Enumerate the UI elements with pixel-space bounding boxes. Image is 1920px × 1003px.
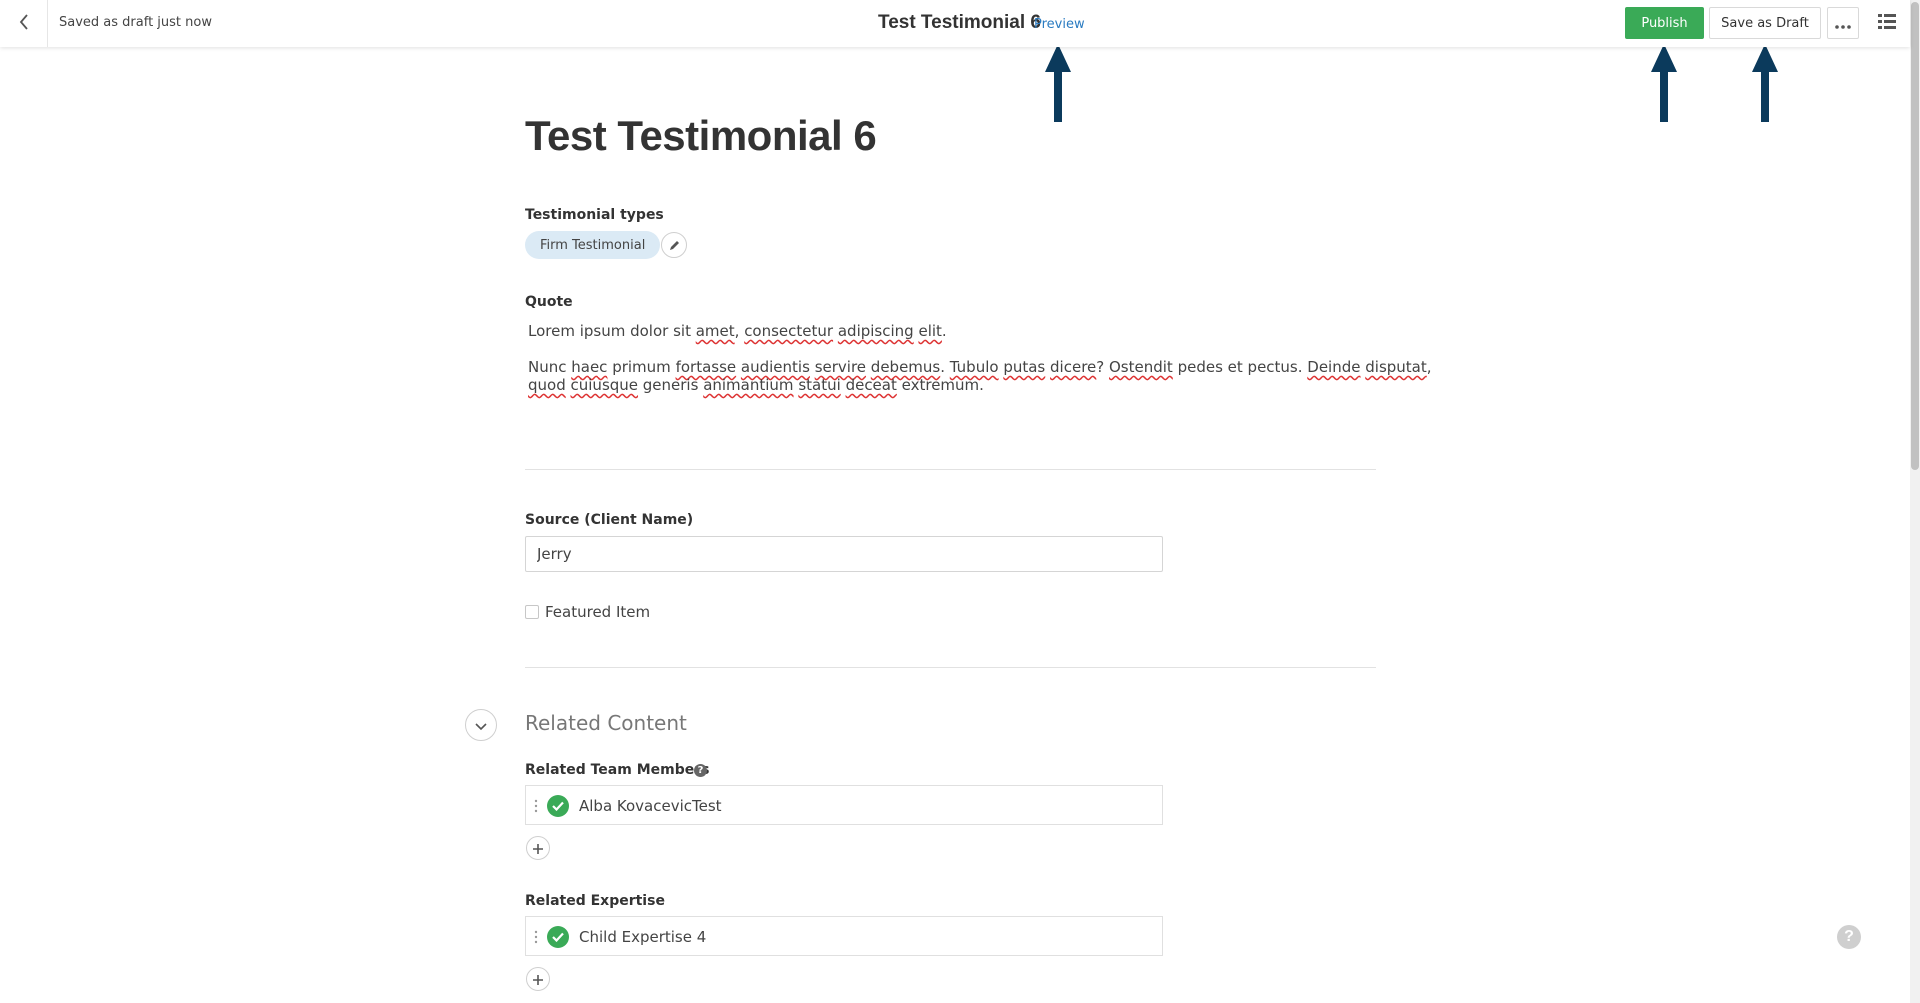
help-button[interactable]: ?	[1837, 925, 1861, 949]
related-team-member-name: Alba KovacevicTest	[579, 797, 722, 815]
misspelled-word: debemus	[870, 358, 941, 376]
misspelled-word: audientis	[740, 358, 810, 376]
annotation-arrow-save-draft-icon	[1752, 44, 1778, 122]
preview-link[interactable]: Preview	[1034, 17, 1085, 32]
related-expertise-row[interactable]: Child Expertise 4	[525, 916, 1163, 956]
quote-text-segment: Lorem ipsum dolor sit	[528, 322, 696, 340]
annotation-arrow-publish-icon	[1651, 44, 1677, 122]
plus-icon	[533, 970, 543, 989]
testimonial-type-tag[interactable]: Firm Testimonial	[525, 231, 661, 259]
misspelled-word: haec	[571, 358, 608, 376]
misspelled-word: Deinde	[1307, 358, 1361, 376]
chevron-down-icon	[475, 716, 487, 735]
misspelled-word: elit	[918, 322, 942, 340]
misspelled-word: dicere	[1050, 358, 1097, 376]
quote-paragraph-2[interactable]: Nunc haec primum fortasse audientis serv…	[528, 358, 1432, 394]
quote-line: Nunc haec primum fortasse audientis serv…	[528, 358, 1432, 376]
related-content-title: Related Content	[525, 711, 687, 735]
save-as-draft-button[interactable]: Save as Draft	[1709, 7, 1821, 39]
misspelled-word: fortasse	[675, 358, 737, 376]
publish-button[interactable]: Publish	[1625, 7, 1704, 39]
featured-item-label: Featured Item	[545, 603, 651, 621]
list-view-icon	[1878, 13, 1896, 33]
annotation-arrow-preview-icon	[1045, 44, 1071, 122]
section-divider	[525, 469, 1376, 470]
add-team-member-button[interactable]	[526, 836, 550, 860]
related-team-members-label: Related Team Members	[525, 762, 710, 778]
quote-text-segment: .	[941, 322, 947, 340]
misspelled-word: amet	[695, 322, 735, 340]
save-status: Saved as draft just now	[59, 15, 212, 30]
question-icon: ?	[1844, 928, 1854, 945]
featured-item-checkbox[interactable]	[525, 605, 539, 619]
top-toolbar: Saved as draft just now Test Testimonial…	[0, 0, 1910, 47]
misspelled-word: quod	[528, 376, 566, 394]
testimonial-types-label: Testimonial types	[525, 207, 664, 223]
drag-handle-icon[interactable]	[534, 798, 538, 817]
source-label: Source (Client Name)	[525, 512, 694, 528]
misspelled-word: disputat	[1365, 358, 1427, 376]
more-options-button[interactable]	[1827, 7, 1859, 39]
related-team-member-row[interactable]: Alba KovacevicTest	[525, 785, 1163, 825]
add-expertise-button[interactable]	[526, 967, 550, 991]
section-divider	[525, 667, 1376, 668]
misspelled-word: deceat	[845, 376, 897, 394]
ellipsis-icon	[1835, 14, 1851, 33]
quote-label: Quote	[525, 294, 573, 310]
quote-text-segment: ,	[734, 322, 745, 340]
quote-line: quod cuiusque generis animantium statui …	[528, 376, 984, 394]
chevron-left-icon	[18, 13, 30, 34]
scrollbar-thumb[interactable]	[1911, 2, 1919, 470]
related-expertise-label: Related Expertise	[525, 893, 665, 909]
check-circle-icon	[547, 926, 569, 948]
question-icon[interactable]: ?	[694, 764, 707, 777]
page-title: Test Testimonial 6	[525, 112, 877, 159]
check-circle-icon	[547, 795, 569, 817]
misspelled-word: statui	[798, 376, 841, 394]
related-expertise-name: Child Expertise 4	[579, 928, 707, 946]
plus-icon	[533, 839, 543, 858]
misspelled-word: Ostendit	[1109, 358, 1173, 376]
source-client-name-input[interactable]	[525, 536, 1163, 572]
panel-toggle-button[interactable]	[1872, 9, 1902, 37]
edit-testimonial-types-button[interactable]	[661, 232, 687, 258]
misspelled-word: adipiscing	[837, 322, 914, 340]
collapse-related-content-button[interactable]	[465, 709, 497, 741]
misspelled-word: consectetur	[744, 322, 834, 340]
misspelled-word: Tubulo	[949, 358, 999, 376]
quote-paragraph-1[interactable]: Lorem ipsum dolor sit amet, consectetur …	[528, 322, 947, 340]
misspelled-word: putas	[1003, 358, 1046, 376]
drag-handle-icon[interactable]	[534, 929, 538, 948]
misspelled-word: servire	[814, 358, 867, 376]
document-title: Test Testimonial 6	[878, 12, 1041, 33]
misspelled-word: cuiusque	[570, 376, 639, 394]
back-button[interactable]	[0, 0, 48, 47]
misspelled-word: animantium	[703, 376, 794, 394]
pencil-icon	[669, 236, 680, 255]
